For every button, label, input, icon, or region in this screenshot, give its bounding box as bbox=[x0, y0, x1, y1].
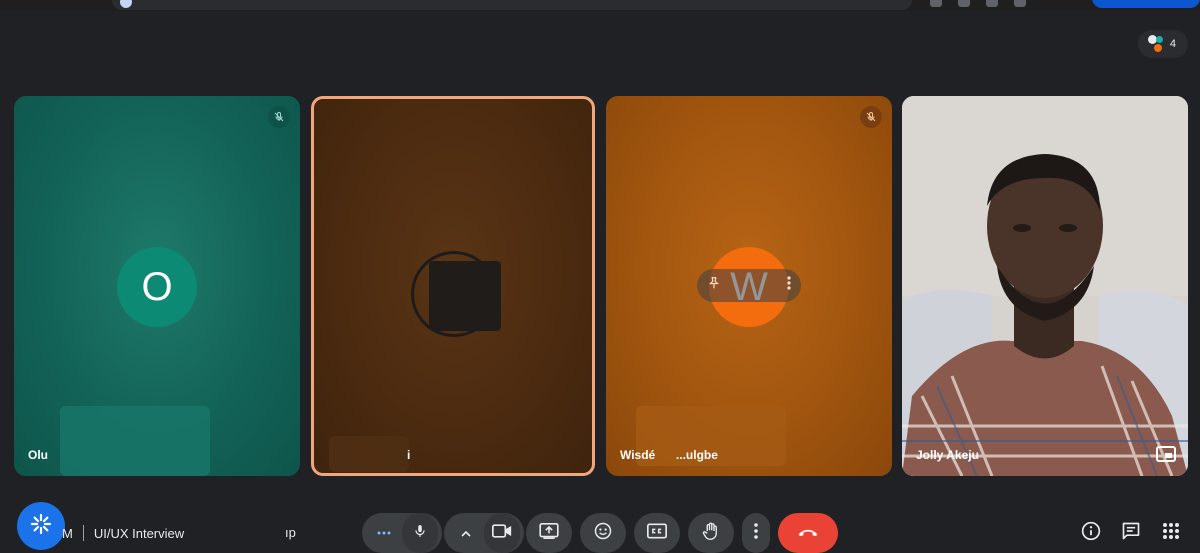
tile-hover-controls bbox=[697, 269, 801, 302]
address-bar[interactable] bbox=[112, 0, 912, 10]
participant-avatar: O bbox=[117, 247, 197, 327]
browser-toolbar bbox=[0, 0, 1200, 11]
participant-name: Wisdé ...ulgbe bbox=[620, 448, 718, 462]
extension-icon[interactable] bbox=[958, 0, 970, 7]
share-button[interactable] bbox=[1092, 0, 1200, 8]
redaction-blur bbox=[60, 406, 210, 476]
video-icon bbox=[492, 523, 512, 543]
audio-controls bbox=[362, 513, 442, 553]
present-icon bbox=[539, 522, 559, 544]
call-end-icon bbox=[797, 524, 819, 542]
extension-icon[interactable] bbox=[986, 0, 998, 7]
more-options-icon[interactable] bbox=[787, 276, 791, 295]
participant-tile-4[interactable]: Jolly Akeju bbox=[902, 96, 1188, 476]
emoji-icon bbox=[594, 522, 612, 545]
assistant-icon bbox=[29, 512, 53, 541]
activities-button[interactable] bbox=[1159, 521, 1183, 545]
pin-icon[interactable] bbox=[707, 275, 721, 296]
camera-button[interactable] bbox=[484, 513, 520, 553]
captions-button[interactable] bbox=[634, 513, 680, 553]
participants-button[interactable]: 4 bbox=[1138, 30, 1188, 58]
more-options-button[interactable] bbox=[742, 513, 770, 553]
present-button[interactable] bbox=[526, 513, 572, 553]
reactions-button[interactable] bbox=[580, 513, 626, 553]
participant-name-part: Wisdé bbox=[620, 448, 656, 462]
redaction-blur bbox=[329, 436, 409, 472]
browser-extension-icons bbox=[930, 0, 1080, 8]
extension-icon[interactable] bbox=[930, 0, 942, 7]
audio-options-button[interactable] bbox=[366, 513, 402, 553]
camera-feed bbox=[902, 96, 1188, 476]
more-vert-icon bbox=[754, 522, 758, 544]
site-icon bbox=[120, 0, 132, 8]
pip-icon[interactable] bbox=[1156, 446, 1176, 462]
meeting-code: ıp bbox=[285, 525, 296, 540]
participant-tile-3[interactable]: W Wisdé ...ulgbe bbox=[606, 96, 892, 476]
participant-tile-1[interactable]: O Olu bbox=[14, 96, 300, 476]
participants-count: 4 bbox=[1169, 38, 1176, 50]
redaction-blur bbox=[429, 261, 501, 331]
microphone-button[interactable] bbox=[402, 513, 438, 553]
mic-off-icon bbox=[860, 106, 882, 128]
participant-tile-2[interactable]: i bbox=[311, 96, 595, 476]
participant-name: Jolly Akeju bbox=[916, 448, 979, 462]
participant-name: i bbox=[407, 448, 411, 462]
participant-name-part: ...ulgbe bbox=[675, 448, 718, 462]
chat-icon bbox=[1121, 521, 1141, 546]
video-options-button[interactable] bbox=[448, 513, 484, 553]
meeting-info-button[interactable] bbox=[1079, 521, 1103, 545]
divider bbox=[82, 525, 84, 541]
meeting-title: UI/UX Interview bbox=[93, 525, 185, 541]
assistant-button[interactable] bbox=[17, 502, 65, 550]
apps-icon bbox=[1162, 522, 1180, 545]
info-icon bbox=[1081, 521, 1101, 546]
video-controls bbox=[444, 513, 524, 553]
captions-icon bbox=[647, 523, 667, 544]
mic-off-icon bbox=[268, 106, 290, 128]
chat-button[interactable] bbox=[1119, 521, 1143, 545]
meeting-details: M UI/UX Interview bbox=[62, 525, 189, 541]
extension-icon[interactable] bbox=[1014, 0, 1026, 7]
raise-hand-button[interactable] bbox=[688, 513, 734, 553]
hand-icon bbox=[702, 521, 720, 546]
chevron-up-icon bbox=[461, 524, 471, 542]
participant-name: Olu bbox=[28, 448, 48, 462]
leave-call-button[interactable] bbox=[778, 513, 838, 553]
mic-icon bbox=[413, 522, 427, 545]
participant-avatars-icon bbox=[1146, 35, 1166, 53]
meeting-time: M bbox=[62, 525, 73, 541]
